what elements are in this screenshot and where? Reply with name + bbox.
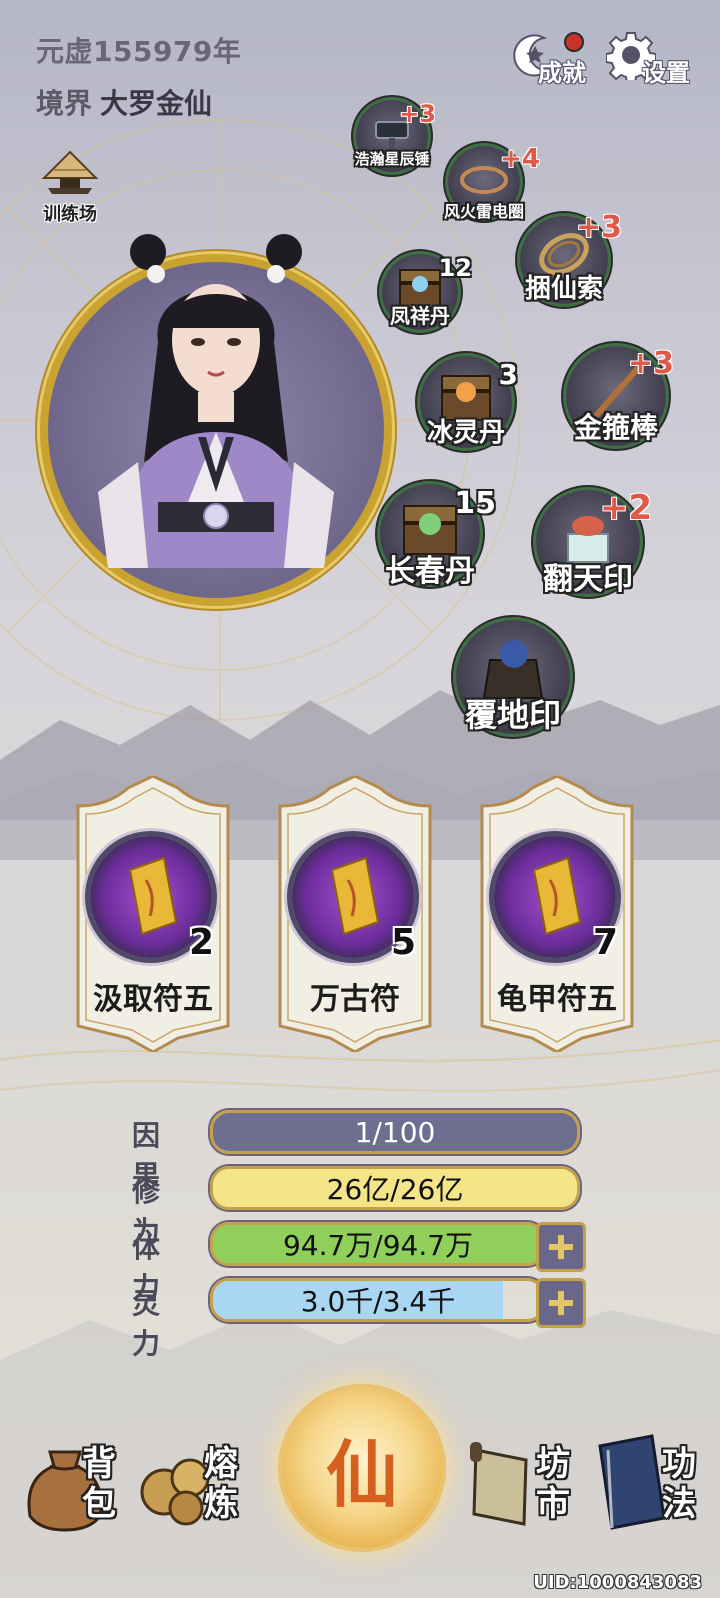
character-avatar [98, 234, 334, 568]
item-earth-seal[interactable]: 覆地印 [456, 620, 570, 734]
training-ground-label: 训练场 [43, 204, 97, 225]
nav-skills-button[interactable]: 功法 [592, 1432, 712, 1532]
nav-smelt-button[interactable]: 熔炼 [134, 1432, 254, 1532]
talisman-count: 5 [390, 922, 416, 963]
nav-bag-label: 背包 [82, 1444, 116, 1524]
stat-bar: 1/100 [210, 1110, 580, 1154]
settings-label: 设置 [642, 59, 690, 87]
realm-label: 境界 [36, 87, 93, 120]
item-label: 金箍棒 [573, 411, 659, 444]
talisman-card[interactable]: 2 汲取符五 [68, 776, 238, 1052]
item-badge: +4 [500, 144, 540, 174]
stat-value: 1/100 [354, 1115, 436, 1149]
stat-value: 26亿/26亿 [326, 1173, 464, 1206]
achievement-button[interactable]: 成就 [510, 28, 600, 88]
item-label: 翻天印 [543, 562, 633, 597]
item-label: 捆仙索 [524, 274, 604, 304]
talisman-name: 汲取符五 [93, 982, 213, 1017]
stat-value: 3.0千/3.4千 [300, 1285, 456, 1318]
item-label: 覆地印 [464, 696, 562, 734]
item-badge: +3 [627, 346, 674, 381]
realm-value: 大罗金仙 [100, 87, 213, 120]
item-phoenix-pill[interactable]: 12 凤祥丹 [382, 254, 472, 330]
stat-label: 灵力 [132, 1287, 161, 1360]
item-label: 浩瀚星辰锤 [354, 150, 430, 168]
stat-bar: 26亿/26亿 [210, 1166, 580, 1210]
add-spirit-button[interactable] [536, 1278, 586, 1328]
item-label: 长春丹 [385, 554, 475, 589]
talisman-name: 龟甲符五 [497, 982, 617, 1017]
nav-bag-button[interactable]: 背包 [20, 1432, 130, 1532]
year-text: 元虚155979年 [36, 35, 242, 68]
item-immortal-rope[interactable]: +3 捆仙索 [520, 210, 622, 304]
scroll-icon [470, 1442, 528, 1526]
talisman-count: 7 [592, 922, 618, 963]
nav-market-label: 坊市 [536, 1444, 570, 1524]
nav-immortal-button[interactable]: 仙 [282, 1388, 442, 1548]
item-badge: +3 [575, 210, 622, 245]
item-ice-pill[interactable]: 3 冰灵丹 [420, 356, 518, 448]
user-id: UID:1000843083 [533, 1572, 702, 1593]
stat-bar: 3.0千/3.4千 [210, 1278, 546, 1322]
nav-immortal-label: 仙 [325, 1431, 398, 1517]
training-ground-button[interactable]: 训练场 [30, 148, 110, 226]
stat-value: 94.7万/94.7万 [282, 1229, 474, 1262]
talisman-card[interactable]: 5 万古符 [270, 776, 440, 1052]
realm-row: 境界 大罗金仙 [36, 82, 241, 122]
item-evergreen-pill[interactable]: 15 长春丹 [380, 484, 496, 589]
notification-dot [564, 32, 584, 52]
talisman-name: 万古符 [310, 982, 400, 1017]
talisman-card[interactable]: 7 龟甲符五 [472, 776, 642, 1052]
item-count: 3 [498, 358, 518, 391]
player-info: 元虚155979年 境界 大罗金仙 [36, 30, 241, 122]
item-wind-fire-ring[interactable]: +4 风火雷电圈 [444, 144, 540, 221]
item-heaven-seal[interactable]: +2 翻天印 [536, 488, 652, 597]
item-label: 冰灵丹 [426, 418, 506, 448]
achievement-label: 成就 [538, 59, 586, 87]
settings-button[interactable]: 设置 [606, 28, 696, 88]
item-golden-staff[interactable]: +3 金箍棒 [566, 346, 674, 446]
item-label: 凤祥丹 [390, 304, 450, 328]
character-portrait[interactable] [48, 234, 384, 598]
nav-smelt-label: 熔炼 [204, 1444, 238, 1524]
item-badge: +3 [399, 100, 436, 128]
book-icon [598, 1434, 666, 1530]
nav-market-button[interactable]: 坊市 [466, 1432, 586, 1532]
plus-icon [549, 1235, 573, 1259]
item-count: 12 [438, 254, 472, 282]
item-star-hammer[interactable]: +3 浩瀚星辰锤 [354, 100, 436, 172]
stat-bar: 94.7万/94.7万 [210, 1222, 546, 1266]
nav-skills-label: 功法 [662, 1444, 696, 1524]
plus-icon [549, 1291, 573, 1315]
item-count: 15 [454, 486, 496, 521]
item-badge: +2 [599, 488, 652, 528]
add-stamina-button[interactable] [536, 1222, 586, 1272]
talisman-count: 2 [188, 922, 214, 963]
item-label: 风火雷电圈 [443, 202, 525, 221]
straw-hat-icon [41, 150, 99, 194]
